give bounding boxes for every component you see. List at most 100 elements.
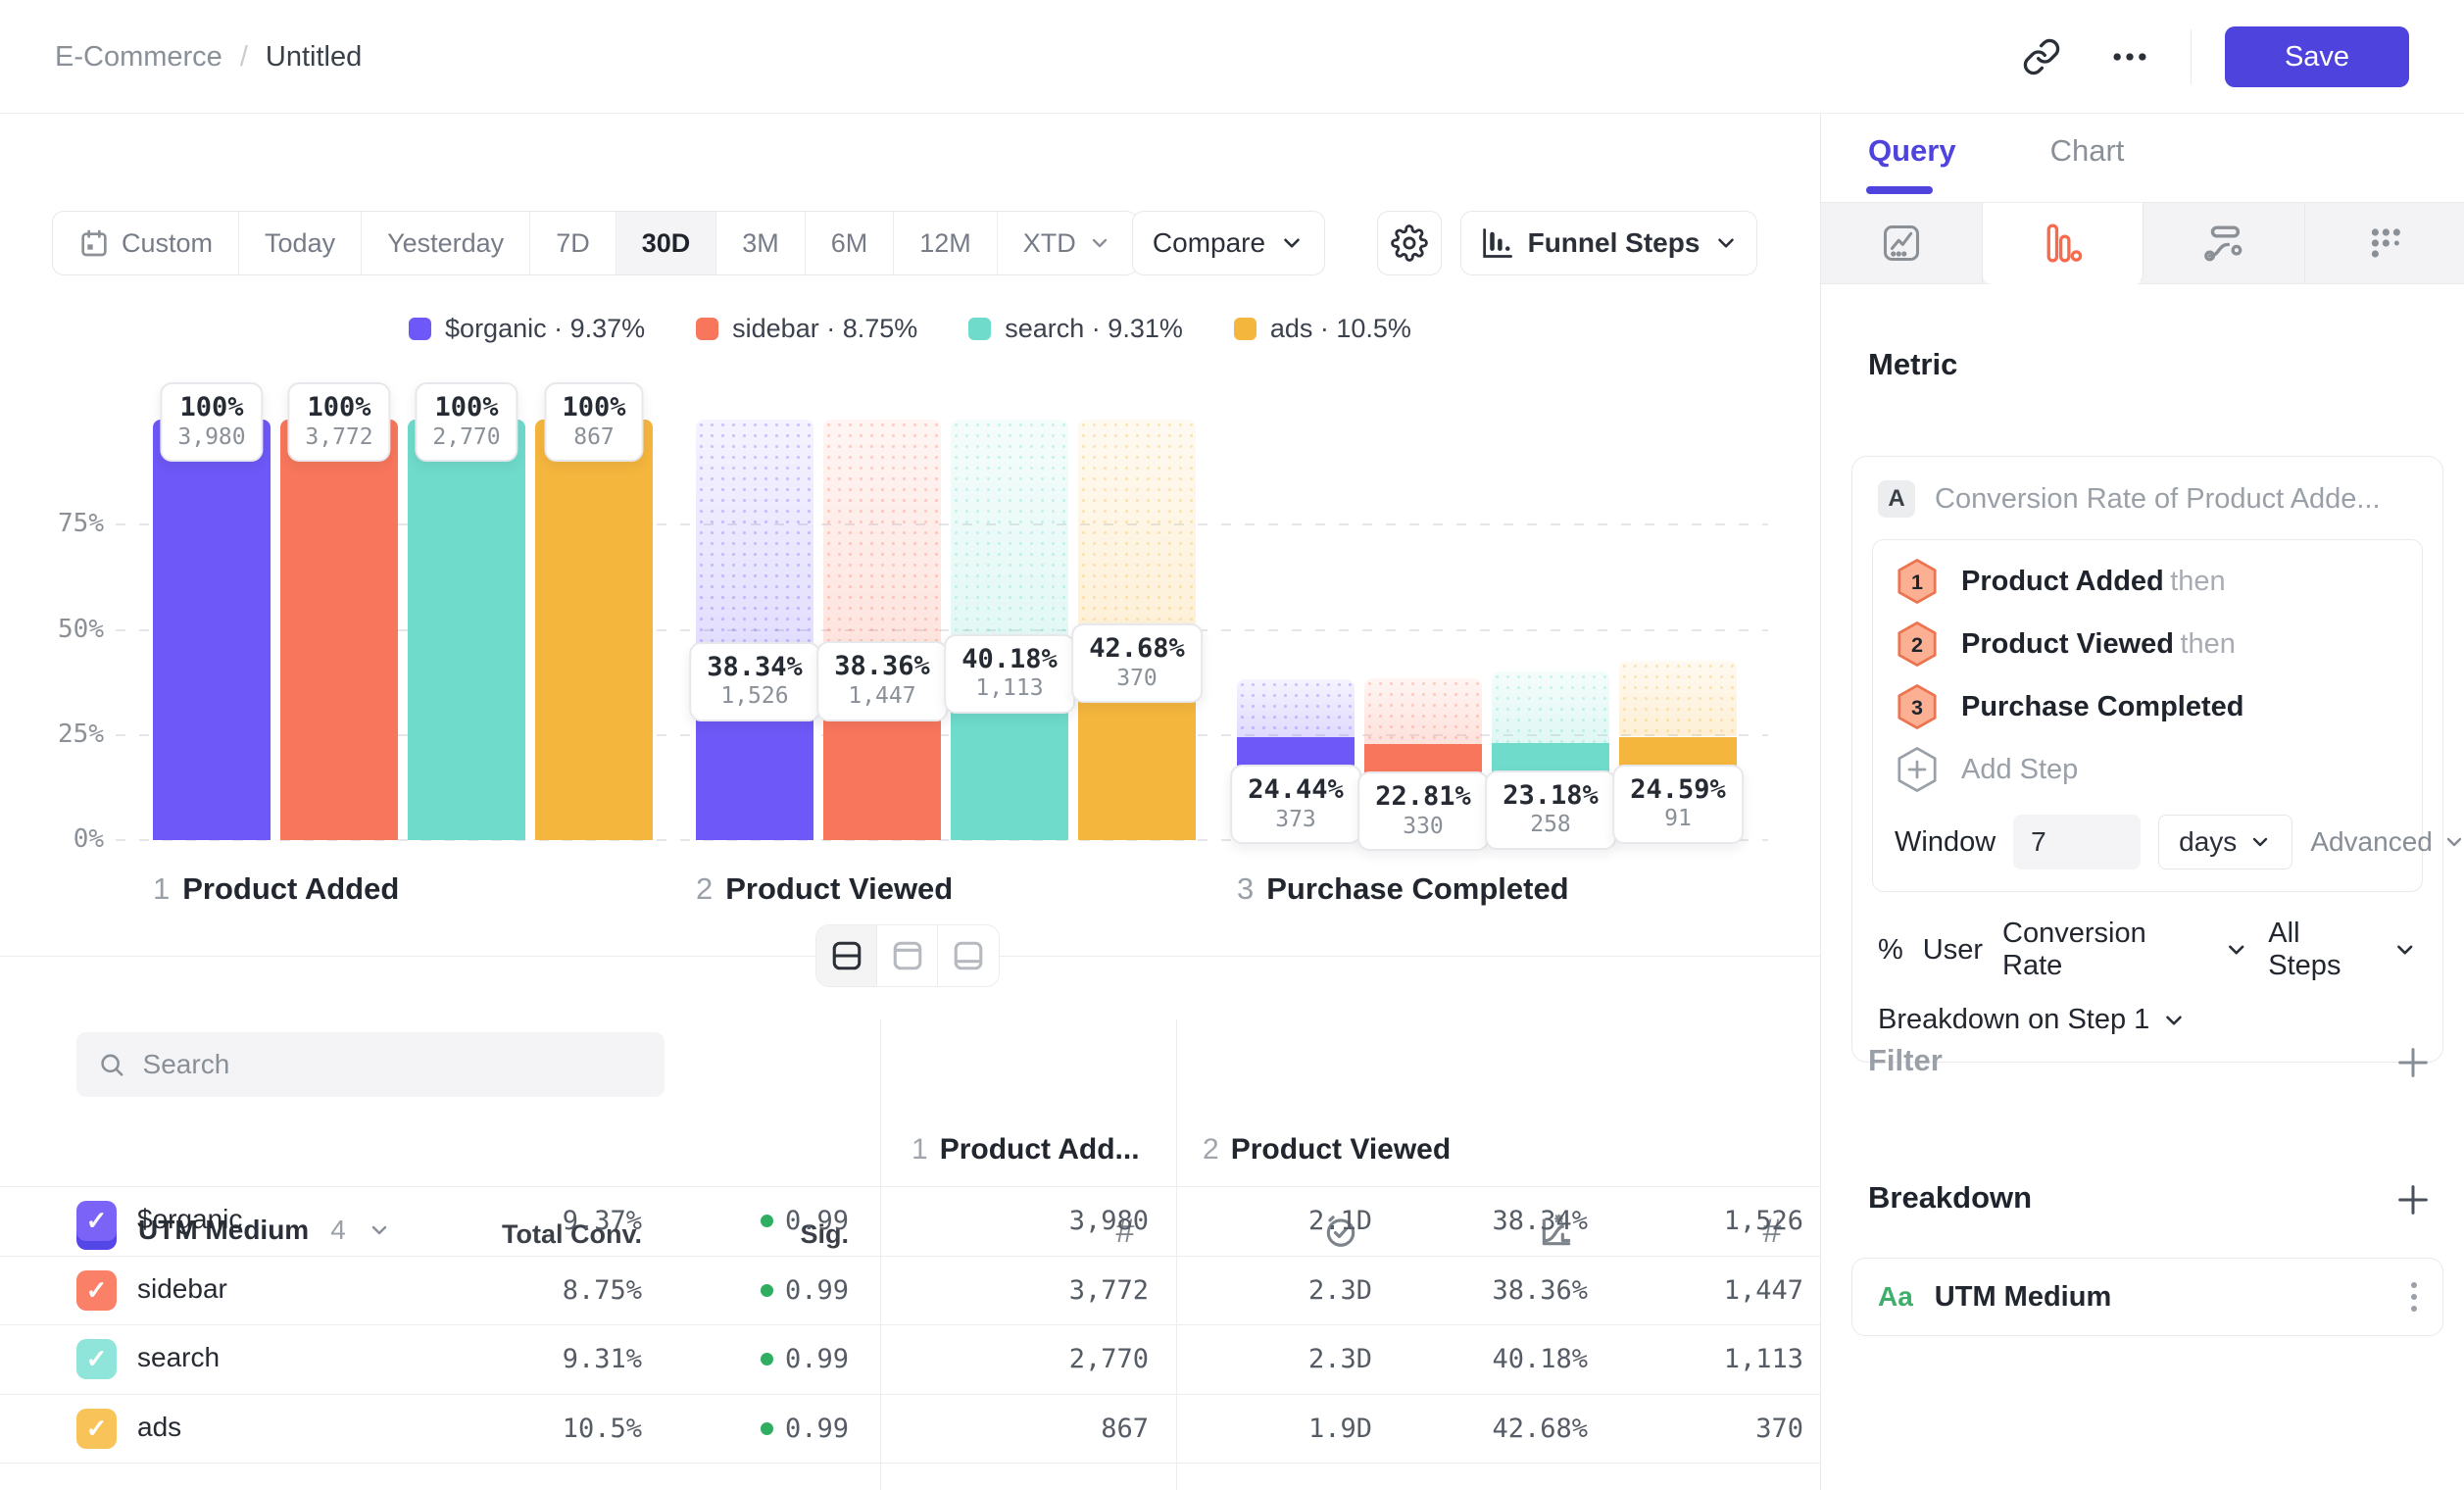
cell-sig: 0.99 [686, 1414, 849, 1444]
step-name: Product Add... [940, 1133, 1140, 1167]
query-step-1[interactable]: 1Product Added then [1873, 550, 2422, 613]
breakdown-property-name: UTM Medium [1935, 1281, 2111, 1314]
cell-total: 8.75% [412, 1275, 642, 1306]
save-button[interactable]: Save [2225, 26, 2409, 87]
window-unit-select[interactable]: days [2158, 815, 2292, 869]
kebab-menu-icon[interactable] [2411, 1282, 2417, 1312]
add-step-button[interactable]: Add Step [1873, 738, 2422, 801]
cell-time: 1.9D [1206, 1414, 1372, 1444]
topbar-divider [2191, 29, 2192, 84]
bar-ghost-ads[interactable] [1619, 661, 1737, 737]
bar-ads-step1[interactable] [535, 420, 653, 840]
tab-chart[interactable]: Chart [2050, 133, 2125, 169]
query-sidebar: Query Chart Metric A Conversion Rate of … [1820, 114, 2464, 1490]
table-row-ads[interactable]: ✓ads10.5%8671.9D42.68%3700.99 [0, 1394, 1820, 1463]
breadcrumb-project[interactable]: E-Commerce [55, 41, 222, 74]
cell-total: 9.31% [412, 1344, 642, 1374]
cell-count2: 1,113 [1627, 1344, 1803, 1374]
chevron-down-icon [2161, 1008, 2187, 1033]
query-step-2[interactable]: 2Product Viewed then [1873, 613, 2422, 675]
bar-ghost-search[interactable] [1492, 671, 1609, 743]
bar-ghost-$organic[interactable] [696, 420, 813, 679]
metric-letter-badge: A [1878, 480, 1915, 518]
cell-count1: 2,770 [931, 1344, 1149, 1374]
view-split-button[interactable] [816, 925, 877, 986]
counting-method[interactable]: User [1923, 934, 1983, 967]
cell-conv: 38.34% [1411, 1206, 1588, 1236]
chevron-down-icon [2248, 830, 2272, 854]
cell-count2: 1,526 [1627, 1206, 1803, 1236]
insights-tab[interactable] [1821, 203, 1983, 283]
metric-card: A Conversion Rate of Product Adde... 1Pr… [1851, 456, 2443, 1063]
steps-scope-dropdown[interactable]: All Steps [2268, 918, 2378, 982]
step-number-hexagon: 1 [1895, 557, 1940, 606]
step-index: 1 [912, 1133, 928, 1167]
window-unit-value: days [2179, 826, 2237, 858]
table-bottom-border [0, 1463, 1820, 1464]
flows-tab[interactable] [2144, 203, 2305, 283]
add-breakdown-icon[interactable] [2393, 1180, 2433, 1219]
bar-value-label: 100%3,980 [160, 382, 263, 462]
table-row-sidebar[interactable]: ✓sidebar8.75%3,7722.3D38.36%1,4470.99 [0, 1256, 1820, 1324]
bar-$organic-step1[interactable] [153, 420, 271, 840]
bar-search-step1[interactable] [408, 420, 525, 840]
table-row-search[interactable]: ✓search9.31%2,7702.3D40.18%1,1130.99 [0, 1324, 1820, 1393]
view-toggle-group [815, 924, 1000, 987]
breakdown-section-heading: Breakdown [1868, 1180, 2032, 1216]
bar-value-label: 24.44%373 [1230, 765, 1361, 844]
search-input[interactable] [143, 1049, 643, 1080]
more-options-icon[interactable] [2102, 29, 2157, 84]
y-axis-tick: 25% [18, 720, 104, 749]
table-step1-header: 1 Product Add... [912, 1133, 1140, 1167]
bar-value-label: 100%3,772 [287, 382, 390, 462]
measure-type-dropdown[interactable]: Conversion Rate [2002, 918, 2210, 982]
bar-ghost-$organic[interactable] [1237, 679, 1355, 738]
bar-ghost-sidebar[interactable] [1364, 678, 1482, 744]
breakdown-property-card[interactable]: Aa UTM Medium [1851, 1258, 2443, 1336]
step-number-hexagon: 2 [1895, 620, 1940, 669]
funnels-tab-selected[interactable] [1983, 203, 2144, 284]
bar-value-label: 24.59%91 [1612, 765, 1744, 844]
measurement-row: % User Conversion Rate All Steps [1852, 892, 2442, 982]
funnel-analysis-app: E-Commerce / Untitled Save CustomTodayYe… [0, 0, 2464, 1490]
svg-text:2: 2 [1911, 632, 1923, 657]
report-type-tabs [1821, 202, 2464, 284]
significance-dot [761, 1284, 773, 1297]
table-row-organic[interactable]: ✓$organic9.37%3,9802.1D38.34%1,5260.99 [0, 1186, 1820, 1255]
view-table-only-button[interactable] [938, 925, 999, 986]
svg-text:3: 3 [1911, 695, 1923, 720]
cell-sig: 0.99 [686, 1275, 849, 1306]
metric-title-row[interactable]: A Conversion Rate of Product Adde... [1852, 480, 2442, 523]
window-value-input[interactable] [2013, 815, 2141, 869]
row-checkbox[interactable]: ✓ [76, 1201, 117, 1241]
bar-value-label: 38.36%1,447 [816, 641, 948, 720]
step-axis-label: 2Product Viewed [696, 871, 953, 907]
filter-section-heading: Filter [1868, 1043, 1943, 1078]
add-filter-icon[interactable] [2393, 1043, 2433, 1082]
view-chart-only-button[interactable] [877, 925, 938, 986]
row-checkbox[interactable]: ✓ [76, 1270, 117, 1311]
y-axis-tick: 50% [18, 615, 104, 644]
cell-total: 9.37% [412, 1206, 642, 1236]
row-checkbox[interactable]: ✓ [76, 1409, 117, 1449]
breakdown-on-label: Breakdown on Step 1 [1878, 1004, 2149, 1036]
cell-count2: 370 [1627, 1414, 1803, 1444]
bar-sidebar-step1[interactable] [280, 420, 398, 840]
retention-tab[interactable] [2305, 203, 2464, 283]
breakdown-on-step-dropdown[interactable]: Breakdown on Step 1 [1852, 982, 2442, 1042]
chevron-down-icon [2442, 830, 2464, 854]
cell-count1: 3,772 [931, 1275, 1149, 1306]
share-link-icon[interactable] [2014, 29, 2069, 84]
percent-icon[interactable]: % [1878, 934, 1903, 967]
significance-dot [761, 1215, 773, 1227]
bar-ghost-sidebar[interactable] [823, 420, 941, 678]
bar-value-label: 42.68%370 [1071, 623, 1203, 703]
row-checkbox[interactable]: ✓ [76, 1339, 117, 1379]
y-axis-tick: 0% [18, 824, 104, 854]
tab-query[interactable]: Query [1868, 133, 1956, 169]
step-number-hexagon: 3 [1895, 682, 1940, 731]
breadcrumb-report-title[interactable]: Untitled [266, 41, 362, 74]
query-step-3[interactable]: 3Purchase Completed [1873, 675, 2422, 738]
bar-value-label: 23.18%258 [1485, 770, 1616, 850]
advanced-dropdown[interactable]: Advanced [2310, 826, 2464, 858]
